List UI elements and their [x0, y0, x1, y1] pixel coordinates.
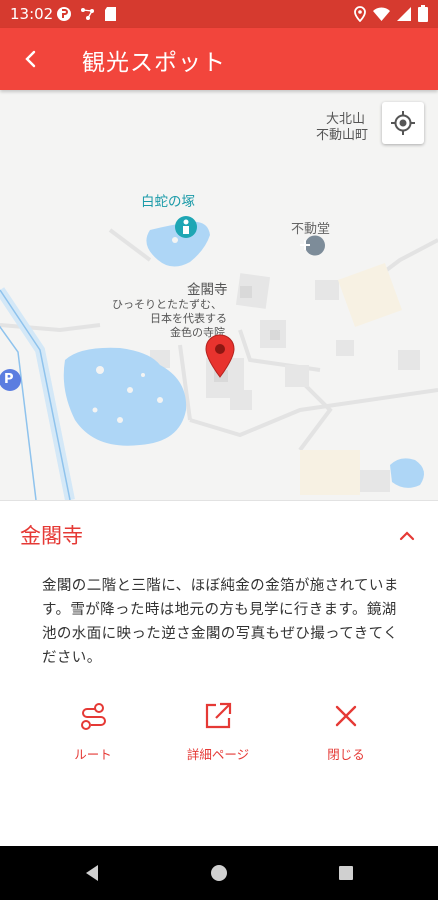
cloud-app-icon	[57, 7, 71, 21]
locate-button[interactable]	[382, 102, 424, 144]
system-nav-bar	[0, 846, 438, 900]
status-bar: 13:02	[0, 0, 438, 28]
network-dots-icon	[81, 8, 94, 20]
sd-card-icon	[105, 7, 116, 21]
open-external-icon	[205, 702, 232, 729]
map-label-hakuja[interactable]: 白蛇の塚	[141, 194, 195, 210]
chevron-up-icon[interactable]	[394, 524, 420, 548]
status-time: 13:02	[10, 5, 54, 23]
map-label-kinkakuji[interactable]: 金閣寺	[187, 282, 228, 298]
app-bar: 観光スポット	[0, 28, 438, 90]
location-icon	[354, 5, 366, 22]
place-description: 金閣の二階と三階に、ほぼ純金の金箔が施されています。雪が降った時は地元の方も見学…	[42, 578, 399, 666]
back-triangle-icon[interactable]	[82, 863, 102, 883]
map-view[interactable]: 大北山 不動山町 白蛇の塚 不動堂 金閣寺 ひっそりとたたずむ、 日本を代表する…	[0, 90, 438, 500]
map-pin-icon[interactable]	[205, 334, 235, 378]
signal-icon	[397, 6, 411, 21]
wifi-icon	[373, 6, 390, 21]
place-title: 金閣寺	[20, 524, 83, 548]
map-label-fudodo[interactable]: 不動堂	[291, 222, 330, 238]
battery-icon	[418, 5, 428, 22]
close-button[interactable]: 閉じる	[286, 700, 406, 763]
recents-square-icon[interactable]	[336, 863, 356, 883]
sheet-divider	[0, 500, 438, 501]
chevron-left-icon[interactable]	[14, 42, 48, 76]
detail-page-button[interactable]: 詳細ページ	[158, 700, 278, 763]
my-location-icon	[391, 111, 415, 135]
parking-icon[interactable]: P	[4, 372, 14, 388]
route-label: ルート	[74, 747, 112, 762]
home-circle-icon[interactable]	[209, 863, 229, 883]
map-label-kinkakuji-desc-2: 日本を代表する	[150, 312, 227, 325]
close-icon	[335, 705, 357, 727]
detail-page-label: 詳細ページ	[186, 747, 250, 762]
status-right-icons	[353, 5, 428, 22]
route-icon	[81, 703, 106, 730]
map-label-area-1: 大北山	[326, 112, 366, 127]
detail-sheet: 金閣寺 金閣の二階と三階に、ほぼ純金の金箔が施されています。雪が降った時は地元の…	[0, 500, 438, 846]
map-label-area-2: 不動山町	[316, 128, 369, 143]
page-title: 観光スポット	[82, 50, 226, 76]
map-label-kinkakuji-desc-1: ひっそりとたたずむ、	[112, 298, 222, 311]
close-label: 閉じる	[327, 747, 365, 762]
status-left-icons	[56, 6, 117, 22]
route-button[interactable]: ルート	[33, 700, 153, 763]
